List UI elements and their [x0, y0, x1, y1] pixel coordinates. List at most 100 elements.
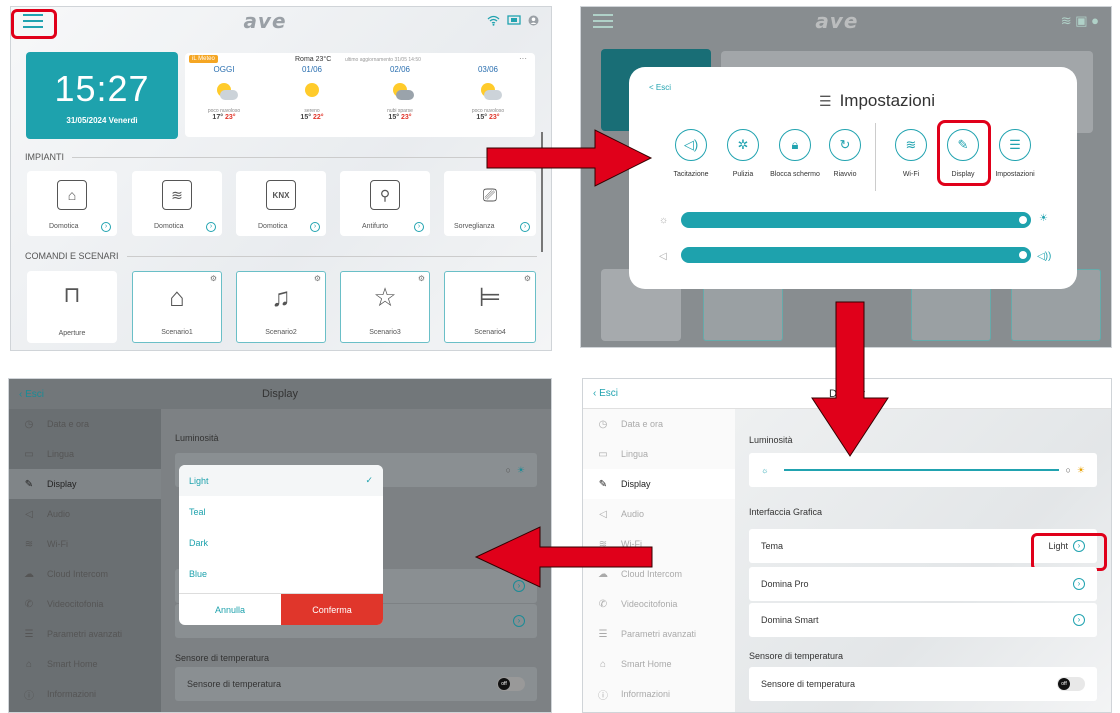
page-title: Display	[261, 388, 299, 400]
clean-icon[interactable]: ✲	[727, 129, 759, 161]
sidebar-item-smarthome[interactable]: ⌂ Smart Home	[9, 649, 161, 679]
domina-pro-row[interactable]: Domina Pro ›	[749, 567, 1097, 601]
sidebar-item-display[interactable]: ✎ Display	[583, 469, 735, 499]
ave-logo: ave	[815, 9, 859, 33]
sun-icon: ☀	[516, 464, 525, 475]
brightness-row[interactable]: ☼ ○ ☀	[749, 453, 1097, 487]
sensor-row[interactable]: Sensore di temperatura	[175, 667, 537, 701]
sensor-toggle[interactable]	[1057, 677, 1085, 691]
clock-date: 31/05/2024 Venerdì	[66, 116, 138, 125]
sliders-icon[interactable]: ☰	[999, 129, 1031, 161]
intercom-icon	[507, 14, 521, 29]
mute-icon[interactable]: ◁)	[675, 129, 707, 161]
slider-knob[interactable]: ○	[1065, 465, 1070, 475]
meteo-logo: iL Meteo	[189, 55, 218, 63]
chevron-right-icon: ›	[101, 222, 111, 232]
theme-option-teal[interactable]: Teal	[179, 496, 383, 527]
display-highlight	[937, 120, 991, 186]
brightness-slider-track[interactable]	[784, 469, 1060, 471]
gear-icon[interactable]: ⚙	[210, 274, 217, 283]
sidebar-item-display[interactable]: ✎ Display	[9, 469, 161, 499]
sensor-label: Sensore di temperatura	[187, 679, 282, 689]
gear-icon[interactable]: ⚙	[314, 274, 321, 283]
restart-icon[interactable]: ↻	[829, 129, 861, 161]
plant-tile[interactable]: ⌂ Domotica ›	[27, 171, 117, 236]
scene-tile[interactable]: ⚙ ⌂ Scenario1	[132, 271, 222, 343]
lock-icon[interactable]: 🔒︎	[779, 129, 811, 161]
sidebar-item-lingua[interactable]: ▭ Lingua	[583, 439, 735, 469]
settings-screen: ave ≋ ▣ ● < Esci ☰ Impostazioni ◁) Tacit…	[580, 6, 1112, 348]
theme-option-blue[interactable]: Blue	[179, 558, 383, 589]
scene-tile[interactable]: ⚙ ☆ Scenario3	[340, 271, 430, 343]
gear-icon[interactable]: ⚙	[524, 274, 531, 283]
slider-knob[interactable]	[1019, 216, 1027, 224]
sidebar-item-data[interactable]: ◷ Data e ora	[583, 409, 735, 439]
volume-low-icon: ◁	[659, 251, 667, 262]
more-icon[interactable]: ···	[519, 54, 527, 63]
theme-highlight	[1031, 533, 1107, 571]
scene-tile[interactable]: ⊓ Aperture	[27, 271, 117, 343]
arrow-left-icon	[474, 526, 653, 588]
chevron-right-icon: ›	[1073, 614, 1085, 626]
clock-widget: 15:27 31/05/2024 Venerdì	[26, 52, 178, 139]
scene-tile[interactable]: ⚙ ♫ Scenario2	[236, 271, 326, 343]
theme-label: Tema	[761, 541, 784, 551]
sidebar-item-audio[interactable]: ◁ Audio	[9, 499, 161, 529]
chevron-right-icon: ›	[414, 222, 424, 232]
gear-icon[interactable]: ⚙	[418, 274, 425, 283]
sidebar-item-params[interactable]: ☰ Parametri avanzati	[9, 619, 161, 649]
scene-tile[interactable]: ⚙ ⊨ Scenario4	[444, 271, 536, 343]
sidebar-item-data[interactable]: ◷ Data e ora	[9, 409, 161, 439]
slider-knob[interactable]	[1019, 251, 1027, 259]
home-topbar: ave	[11, 7, 551, 35]
back-link[interactable]: < Esci	[649, 83, 671, 92]
user-icon[interactable]	[528, 14, 539, 29]
arrow-right-icon	[486, 129, 653, 187]
bed-icon: ⊨	[478, 282, 502, 312]
chevron-right-icon: ›	[513, 615, 525, 627]
brightness-label: Luminosità	[175, 433, 219, 443]
wifi-icon[interactable]: ≋	[895, 129, 927, 161]
sensor-toggle[interactable]	[497, 677, 525, 691]
partly-cloudy-icon	[476, 78, 502, 102]
sidebar: ◷ Data e ora ▭ Lingua ✎ Display ◁ Audio ≋ Wi-…	[9, 409, 161, 712]
weather-updated: ultimo aggiornamento 31/05 14:50	[345, 57, 421, 63]
sidebar-item-cloud[interactable]: ☁ Cloud Intercom	[9, 559, 161, 589]
cancel-button[interactable]: Annulla	[179, 594, 281, 625]
plant-tile[interactable]: ≋ Domotica ›	[132, 171, 222, 236]
volume-slider[interactable]	[681, 247, 1031, 263]
slider-knob[interactable]: ○	[505, 465, 510, 475]
sidebar-item-video[interactable]: ✆ Videocitofonia	[9, 589, 161, 619]
sidebar-item-info[interactable]: ⓘ Informazioni	[9, 679, 161, 709]
scene-label: Aperture	[58, 330, 86, 337]
confirm-button[interactable]: Conferma	[281, 594, 383, 625]
sidebar-item-wifi[interactable]: ≋ Wi-Fi	[9, 529, 161, 559]
wifi-house-icon: ≋	[162, 180, 192, 210]
home-exit-icon: ⌂	[169, 282, 185, 312]
sidebar-item-smarthome[interactable]: ⌂ Smart Home	[583, 649, 735, 679]
sensor-section-label: Sensore di temperatura	[175, 653, 270, 663]
plant-tile[interactable]: ⚲ Antifurto ›	[340, 171, 430, 236]
dialog-title-text: Impostazioni	[839, 91, 935, 110]
sidebar-item-info[interactable]: ⓘ Informazioni	[583, 679, 735, 709]
back-link[interactable]: ‹ Esci	[593, 388, 618, 399]
home-screen: ave 15:27 31/05/2024 Venerdì iL Meteo Ro…	[10, 6, 552, 351]
navbar: ‹ Esci Display	[9, 379, 551, 409]
status-icons: ≋ ▣ ●	[1060, 13, 1099, 28]
brightness-slider[interactable]	[681, 212, 1031, 228]
plant-tile[interactable]: KNX Domotica ›	[236, 171, 326, 236]
chevron-right-icon: ›	[520, 222, 530, 232]
sidebar-item-video[interactable]: ✆ Videocitofonia	[583, 589, 735, 619]
door-icon: ⊓	[63, 282, 81, 307]
domina-smart-row[interactable]: Domina Smart ›	[749, 603, 1097, 637]
back-link[interactable]: ‹ Esci	[19, 389, 44, 400]
weather-widget[interactable]: iL Meteo Roma 23°C ultimo aggiornamento …	[185, 53, 535, 137]
interface-label: Interfaccia Grafica	[749, 507, 823, 517]
weather-day: OGGI poco nuvoloso 17° 23°	[189, 65, 259, 121]
sidebar-item-lingua[interactable]: ▭ Lingua	[9, 439, 161, 469]
theme-option-light[interactable]: Light ✓	[179, 465, 383, 496]
sensor-row[interactable]: Sensore di temperatura	[749, 667, 1097, 701]
restart-label: Riavvio	[833, 171, 857, 178]
theme-option-dark[interactable]: Dark	[179, 527, 383, 558]
sidebar-item-params[interactable]: ☰ Parametri avanzati	[583, 619, 735, 649]
